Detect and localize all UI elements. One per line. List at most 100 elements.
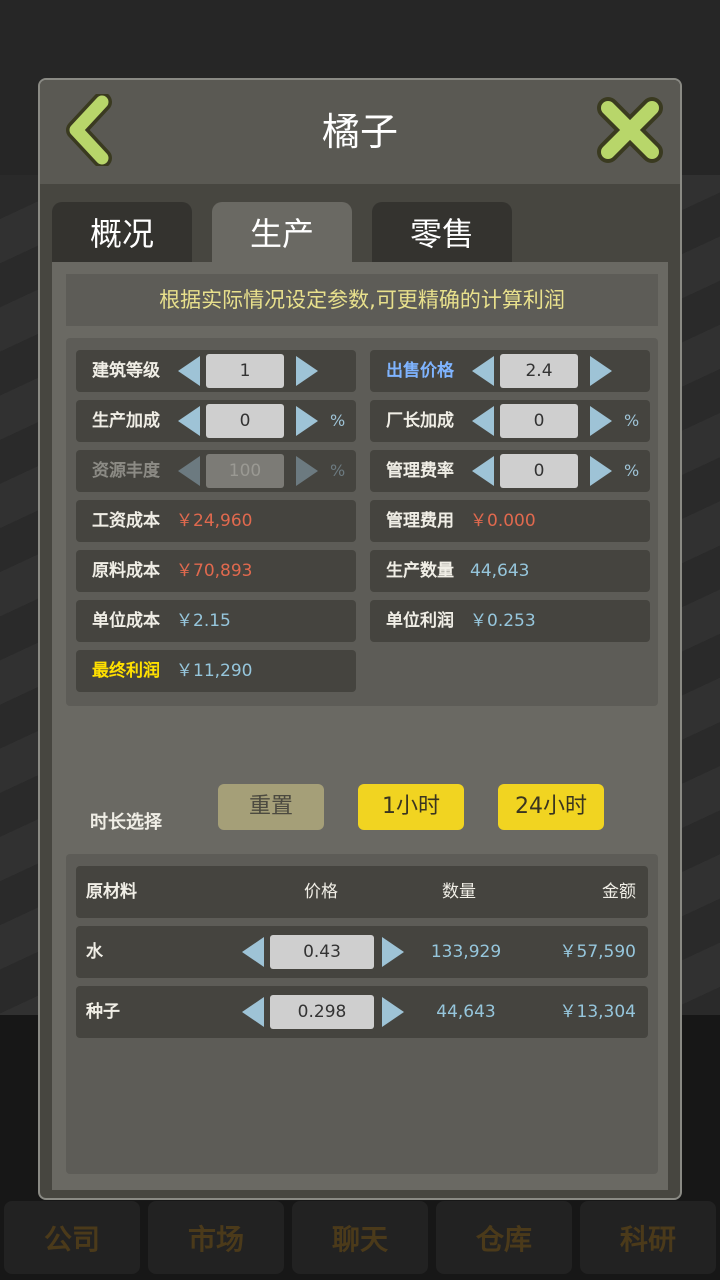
manager-bonus-input[interactable]: 0 bbox=[500, 404, 578, 438]
increase-arrow-icon[interactable] bbox=[382, 937, 404, 967]
stat-value: ￥70,893 bbox=[176, 561, 253, 581]
percent-unit: % bbox=[624, 461, 640, 480]
header-quantity: 数量 bbox=[442, 882, 476, 902]
table-row: 种子 0.298 44,643 ￥13,304 bbox=[76, 986, 648, 1038]
stat-value: ￥0.253 bbox=[470, 611, 536, 631]
dialog-title: 橘子 bbox=[321, 110, 398, 154]
twenty-four-hour-button[interactable]: 24小时 bbox=[498, 784, 604, 830]
param-building-level: 建筑等级 1 bbox=[76, 350, 356, 392]
param-sale-price: 出售价格 2.4 bbox=[370, 350, 650, 392]
background-bottom-nav: 公司 市场 聊天 仓库 科研 bbox=[0, 1195, 720, 1280]
stat-value: ￥11,290 bbox=[176, 661, 253, 681]
hint-text: 根据实际情况设定参数,可更精确的计算利润 bbox=[66, 274, 658, 326]
material-name: 种子 bbox=[86, 1002, 120, 1022]
decrease-arrow-icon[interactable] bbox=[472, 356, 494, 386]
bottom-tab-company: 公司 bbox=[4, 1201, 140, 1274]
production-bonus-input[interactable]: 0 bbox=[206, 404, 284, 438]
material-name: 水 bbox=[86, 942, 103, 962]
material-price-stepper: 0.43 bbox=[242, 935, 404, 969]
percent-unit: % bbox=[624, 411, 640, 430]
param-manager-bonus: 厂长加成 0 % bbox=[370, 400, 650, 442]
header-price: 价格 bbox=[304, 882, 338, 902]
bottom-tab-market: 市场 bbox=[148, 1201, 284, 1274]
decrease-arrow-icon[interactable] bbox=[242, 937, 264, 967]
stat-label: 单位利润 bbox=[386, 611, 454, 631]
admin-fee-rate-stepper: 0 bbox=[472, 454, 612, 488]
stat-admin-fee: 管理费用 ￥0.000 bbox=[370, 500, 650, 542]
dialog-tabs: 概况 生产 零售 bbox=[52, 202, 512, 264]
tab-overview[interactable]: 概况 bbox=[52, 202, 192, 262]
stat-label: 最终利润 bbox=[92, 661, 160, 681]
duration-label: 时长选择 bbox=[90, 812, 162, 833]
stat-production-qty: 生产数量 44,643 bbox=[370, 550, 650, 592]
resource-richness-stepper: 100 bbox=[178, 454, 318, 488]
stat-wage-cost: 工资成本 ￥24,960 bbox=[76, 500, 356, 542]
decrease-arrow-icon[interactable] bbox=[178, 406, 200, 436]
param-label: 资源丰度 bbox=[92, 461, 160, 481]
decrease-arrow-icon[interactable] bbox=[178, 356, 200, 386]
sale-price-stepper: 2.4 bbox=[472, 354, 612, 388]
increase-arrow-icon[interactable] bbox=[590, 406, 612, 436]
back-button[interactable] bbox=[58, 92, 130, 168]
close-icon bbox=[597, 97, 663, 163]
param-admin-fee-rate: 管理费率 0 % bbox=[370, 450, 650, 492]
stat-value: ￥2.15 bbox=[176, 611, 231, 631]
percent-unit: % bbox=[330, 411, 346, 430]
stat-material-cost: 原料成本 ￥70,893 bbox=[76, 550, 356, 592]
stat-label: 单位成本 bbox=[92, 611, 160, 631]
production-dialog: 橘子 概况 生产 零售 根据实际情况设定参数,可更精确的计算利润 建筑等级 1 bbox=[38, 78, 682, 1200]
manager-bonus-stepper: 0 bbox=[472, 404, 612, 438]
building-level-input[interactable]: 1 bbox=[206, 354, 284, 388]
table-row: 水 0.43 133,929 ￥57,590 bbox=[76, 926, 648, 978]
increase-arrow-icon[interactable] bbox=[296, 406, 318, 436]
materials-table: 原材料 价格 数量 金额 水 0.43 133,929 ￥57,590 种子 0… bbox=[66, 854, 658, 1174]
stat-label: 生产数量 bbox=[386, 561, 454, 581]
reset-button[interactable]: 重置 bbox=[218, 784, 324, 830]
material-price-input[interactable]: 0.43 bbox=[270, 935, 374, 969]
increase-arrow-icon[interactable] bbox=[590, 356, 612, 386]
param-resource-richness: 资源丰度 100 % bbox=[76, 450, 356, 492]
header-amount: 金额 bbox=[602, 882, 636, 902]
percent-unit: % bbox=[330, 461, 346, 480]
stat-label: 管理费用 bbox=[386, 511, 454, 531]
decrease-arrow-icon[interactable] bbox=[472, 406, 494, 436]
param-label: 建筑等级 bbox=[92, 361, 160, 381]
increase-arrow-icon[interactable] bbox=[590, 456, 612, 486]
decrease-arrow-icon[interactable] bbox=[472, 456, 494, 486]
decrease-arrow-icon bbox=[178, 456, 200, 486]
stat-label: 工资成本 bbox=[92, 511, 160, 531]
sale-price-input[interactable]: 2.4 bbox=[500, 354, 578, 388]
building-level-stepper: 1 bbox=[178, 354, 318, 388]
material-amount: ￥57,590 bbox=[559, 942, 636, 962]
tab-retail[interactable]: 零售 bbox=[372, 202, 512, 262]
close-button[interactable] bbox=[594, 94, 666, 166]
decrease-arrow-icon[interactable] bbox=[242, 997, 264, 1027]
production-panel: 根据实际情况设定参数,可更精确的计算利润 建筑等级 1 出售价格 2.4 生产加… bbox=[52, 262, 668, 1190]
tab-production[interactable]: 生产 bbox=[212, 202, 352, 262]
stat-unit-profit: 单位利润 ￥0.253 bbox=[370, 600, 650, 642]
increase-arrow-icon[interactable] bbox=[382, 997, 404, 1027]
stat-value: 44,643 bbox=[470, 561, 530, 581]
back-arrow-icon bbox=[66, 92, 112, 168]
param-label: 管理费率 bbox=[386, 461, 454, 481]
param-label: 出售价格 bbox=[386, 361, 454, 381]
bottom-tab-chat: 聊天 bbox=[292, 1201, 428, 1274]
resource-richness-input: 100 bbox=[206, 454, 284, 488]
material-price-input[interactable]: 0.298 bbox=[270, 995, 374, 1029]
one-hour-button[interactable]: 1小时 bbox=[358, 784, 464, 830]
stat-final-profit: 最终利润 ￥11,290 bbox=[76, 650, 356, 692]
increase-arrow-icon bbox=[296, 456, 318, 486]
production-bonus-stepper: 0 bbox=[178, 404, 318, 438]
stat-value: ￥0.000 bbox=[470, 511, 536, 531]
parameters-panel: 建筑等级 1 出售价格 2.4 生产加成 0 % 厂长加成 0 % 资源丰度 1… bbox=[66, 338, 658, 706]
material-price-stepper: 0.298 bbox=[242, 995, 404, 1029]
materials-header-row: 原材料 价格 数量 金额 bbox=[76, 866, 648, 918]
header-material: 原材料 bbox=[86, 882, 137, 902]
param-label: 厂长加成 bbox=[386, 411, 454, 431]
increase-arrow-icon[interactable] bbox=[296, 356, 318, 386]
stat-value: ￥24,960 bbox=[176, 511, 253, 531]
admin-fee-rate-input[interactable]: 0 bbox=[500, 454, 578, 488]
param-label: 生产加成 bbox=[92, 411, 160, 431]
material-quantity: 44,643 bbox=[436, 1002, 496, 1022]
bottom-tab-research: 科研 bbox=[580, 1201, 716, 1274]
